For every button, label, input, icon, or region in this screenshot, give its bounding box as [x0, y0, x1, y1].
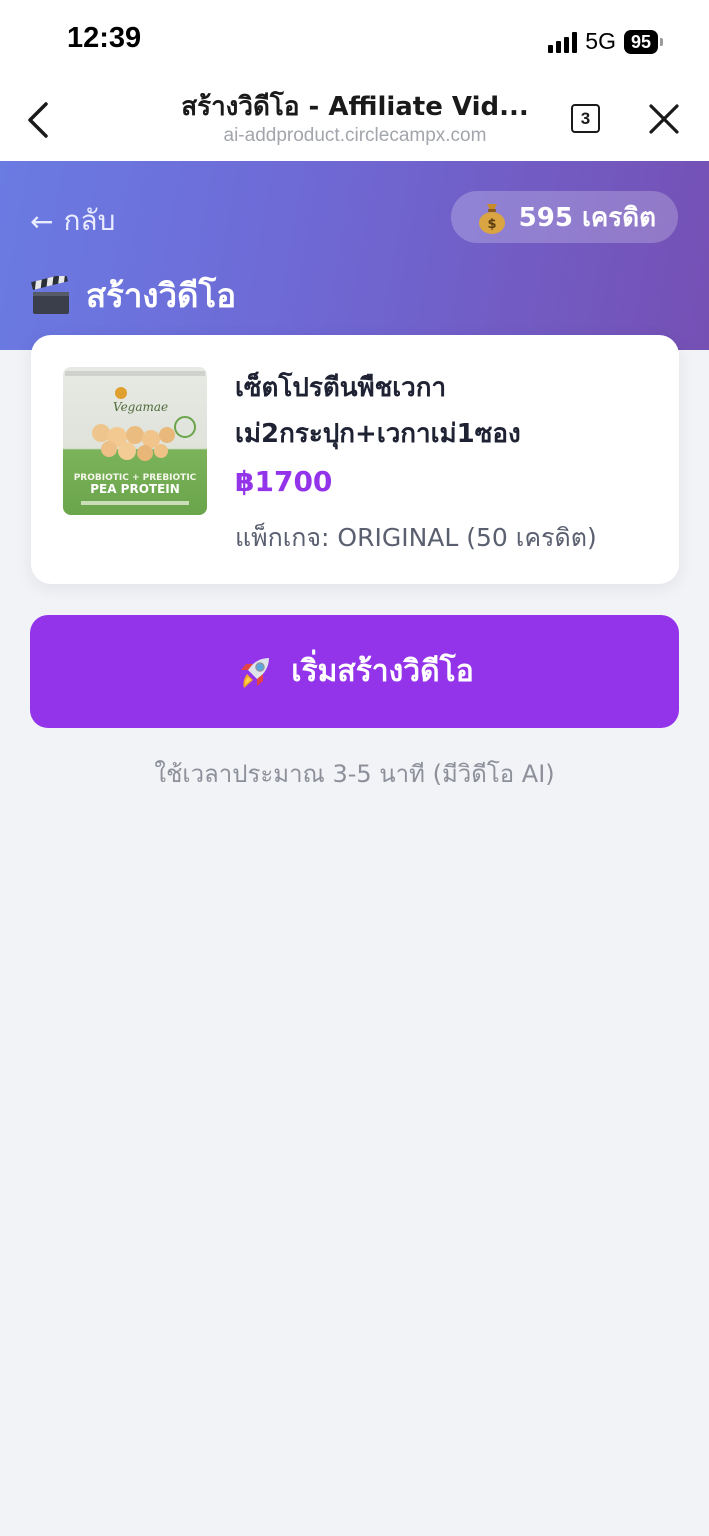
money-bag-icon: $ [478, 204, 505, 234]
svg-text:$: $ [487, 217, 496, 232]
page-title: สร้างวิดีโอ [30, 269, 236, 322]
start-create-video-button[interactable]: เริ่มสร้างวิดีโอ [30, 615, 679, 728]
product-package: แพ็กเกจ: ORIGINAL (50 เครดิต) [235, 523, 597, 552]
signal-icon [548, 31, 578, 53]
battery-level: 95 [623, 29, 658, 54]
clapperboard-icon [31, 275, 69, 314]
duration-hint: ใช้เวลาประมาณ 3-5 นาที (มีวิดีโอ AI) [154, 760, 555, 788]
page-header: ← กลับ $ 595 เครดิต สร้างวิดีโอ [0, 161, 709, 350]
status-bar: 12:39 5G 95 [0, 0, 709, 78]
product-image-label: PEA PROTEIN [90, 482, 180, 496]
start-create-video-label: เริ่มสร้างวิดีโอ [291, 654, 474, 689]
product-name-line2: เม่2กระปุก+เวกาเม่1ซอง [235, 419, 521, 449]
product-card: Vegamae PROBIOTIC + PREBIOTIC PEA PROTEI… [31, 335, 679, 584]
arrow-left-icon: ← [30, 204, 54, 238]
battery-icon: 95 [623, 29, 663, 54]
product-price: ฿1700 [235, 465, 333, 498]
chevron-left-icon[interactable] [24, 100, 54, 140]
close-icon[interactable] [646, 101, 682, 137]
browser-page-title: สร้างวิดีโอ - Affiliate Vid... [181, 92, 529, 122]
product-image: Vegamae PROBIOTIC + PREBIOTIC PEA PROTEI… [63, 367, 207, 515]
browser-url: ai-addproduct.circlecampx.com [223, 125, 487, 146]
back-link[interactable]: ← กลับ [30, 199, 115, 243]
page-title-text: สร้างวิดีโอ [86, 276, 237, 315]
back-label: กลับ [63, 204, 116, 237]
status-indicators: 5G 95 [548, 28, 663, 55]
product-name: เซ็ตโปรตีนพืชเวกา เม่2กระปุก+เวกาเม่1ซอง [235, 365, 655, 457]
credit-count: 595 เครดิต [518, 202, 656, 233]
product-name-line1: เซ็ตโปรตีนพืชเวกา [235, 373, 447, 403]
browser-title-block: สร้างวิดีโอ - Affiliate Vid... ai-addpro… [150, 90, 560, 148]
tabs-icon[interactable]: 3 [571, 104, 600, 133]
rocket-icon [241, 657, 270, 688]
status-time: 12:39 [67, 22, 142, 54]
product-image-brand: Vegamae [113, 400, 168, 414]
credit-badge: $ 595 เครดิต [450, 191, 678, 243]
browser-nav-bar: สร้างวิดีโอ - Affiliate Vid... ai-addpro… [0, 78, 709, 161]
network-label: 5G [585, 28, 616, 54]
